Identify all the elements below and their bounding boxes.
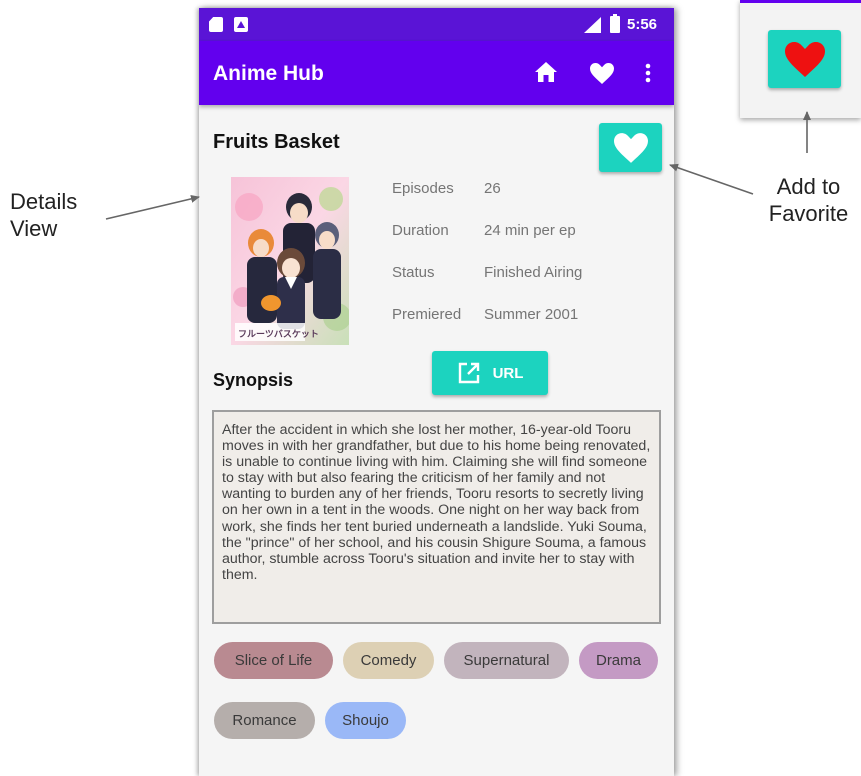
details-view-arrow [105, 194, 200, 220]
annotation-arrows [105, 111, 811, 220]
favorite-arrow [669, 163, 754, 195]
